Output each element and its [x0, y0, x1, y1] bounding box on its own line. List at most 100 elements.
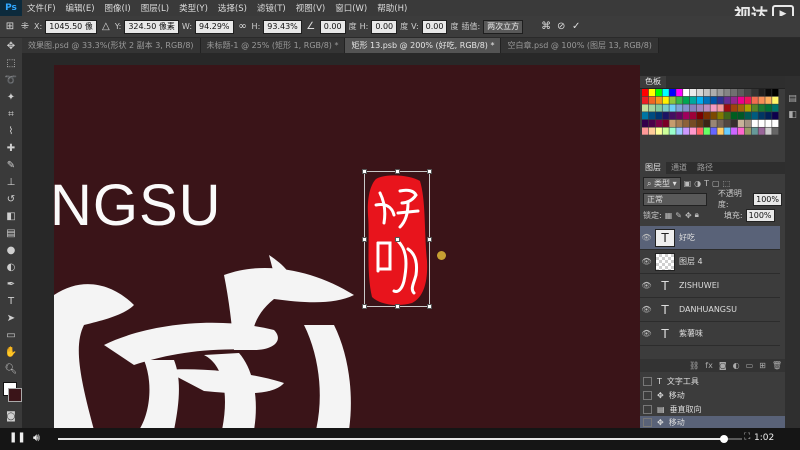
color-swatch[interactable] — [689, 104, 697, 112]
color-swatch[interactable] — [655, 127, 662, 135]
history-panel-icon[interactable]: ▤ — [785, 94, 800, 104]
color-swatch[interactable] — [731, 119, 738, 127]
color-swatch[interactable] — [689, 89, 697, 97]
link-layers-icon[interactable]: ⛓︎ — [689, 361, 699, 370]
color-swatch[interactable] — [669, 89, 676, 97]
color-swatch[interactable] — [772, 119, 779, 127]
tab-channels[interactable]: 通道 — [666, 162, 692, 174]
angle-field[interactable]: 0.00 — [319, 19, 346, 34]
color-swatch[interactable] — [772, 96, 779, 104]
color-swatch[interactable] — [655, 89, 662, 97]
color-swatch[interactable] — [676, 119, 683, 127]
eye-icon[interactable]: 👁︎ — [640, 233, 653, 242]
history-brush-icon[interactable]: ↺ — [0, 191, 22, 208]
color-swatch[interactable] — [737, 89, 745, 97]
blend-mode-select[interactable]: 正常 — [643, 192, 707, 206]
eraser-tool-icon[interactable]: ◧ — [0, 208, 22, 225]
menu-help[interactable]: 帮助(H) — [372, 2, 412, 14]
x-field[interactable]: 1045.50 像 — [45, 19, 97, 34]
lock-move-icon[interactable]: ✥ — [685, 211, 692, 220]
color-swatch[interactable] — [751, 89, 758, 97]
brush-tool-icon[interactable]: ✎ — [0, 157, 22, 174]
color-swatch[interactable] — [703, 96, 710, 104]
color-swatch[interactable] — [710, 96, 717, 104]
layer-row-haochi[interactable]: 👁︎ T 好吃 — [640, 226, 780, 250]
color-swatch[interactable] — [724, 89, 731, 97]
color-swatch[interactable] — [731, 89, 738, 97]
color-swatch[interactable] — [765, 96, 772, 104]
color-swatch[interactable] — [676, 127, 683, 135]
color-swatch[interactable] — [765, 127, 772, 135]
path-select-icon[interactable]: ➤ — [0, 310, 22, 327]
color-swatch[interactable] — [744, 112, 751, 120]
color-swatch[interactable] — [696, 96, 704, 104]
color-swatch[interactable] — [648, 104, 656, 112]
pen-tool-icon[interactable]: ✒ — [0, 276, 22, 293]
color-swatch[interactable] — [669, 119, 676, 127]
color-swatch[interactable] — [724, 112, 731, 120]
color-swatch[interactable] — [676, 104, 683, 112]
transform-handle-se[interactable] — [427, 304, 432, 309]
tab-paths[interactable]: 路径 — [692, 162, 718, 174]
color-swatch[interactable] — [676, 89, 683, 97]
color-swatch[interactable] — [703, 119, 710, 127]
lock-all-icon[interactable]: 🔒︎ — [695, 210, 699, 220]
vskew-field[interactable]: 0.00 — [421, 19, 448, 34]
color-swatch[interactable] — [683, 96, 690, 104]
color-swatch[interactable] — [724, 96, 731, 104]
cancel-icon[interactable]: ⊘ — [555, 21, 567, 32]
transform-handle-center[interactable] — [395, 237, 400, 242]
color-swatch[interactable] — [717, 112, 724, 120]
new-layer-icon[interactable]: ⊞ — [759, 361, 766, 370]
color-swatch[interactable] — [683, 119, 690, 127]
h-field[interactable]: 93.43% — [263, 19, 302, 34]
history-item[interactable]: T 文字工具 — [640, 375, 785, 388]
tab-blank-seal[interactable]: 空白章.psd @ 100% (图层 13, RGB/8) — [501, 38, 659, 53]
color-swatch[interactable] — [703, 112, 710, 120]
color-swatch[interactable] — [689, 112, 697, 120]
move-tool-icon[interactable]: ✥ — [0, 38, 22, 55]
color-swatch[interactable] — [717, 104, 724, 112]
menu-view[interactable]: 视图(V) — [291, 2, 330, 14]
healing-brush-icon[interactable]: ✚ — [0, 140, 22, 157]
zoom-tool-icon[interactable]: 🔍︎ — [0, 361, 22, 378]
color-swatch[interactable] — [642, 89, 649, 97]
color-swatch[interactable] — [669, 96, 676, 104]
color-swatch[interactable] — [751, 104, 758, 112]
color-swatch[interactable] — [696, 89, 704, 97]
y-field[interactable]: 324.50 像素 — [124, 19, 179, 34]
color-swatch[interactable] — [710, 89, 717, 97]
volume-icon[interactable]: 🔊︎ — [33, 431, 40, 445]
color-swatch[interactable] — [648, 127, 656, 135]
filter-shape-icon[interactable]: ▢ — [712, 179, 720, 188]
transform-bounding-box[interactable] — [362, 169, 432, 309]
opacity-field[interactable]: 100% — [753, 192, 782, 206]
swatch-grid[interactable] — [642, 89, 779, 143]
color-swatch[interactable] — [710, 119, 717, 127]
color-swatch[interactable] — [683, 127, 690, 135]
magic-wand-icon[interactable]: ✦ — [0, 89, 22, 106]
layer-row-zishuwei-cn[interactable]: 👁︎ T 紫薯味 — [640, 322, 780, 346]
color-swatch[interactable] — [758, 89, 765, 97]
transform-icon[interactable]: ⊞ — [4, 21, 16, 32]
commit-icon[interactable]: ✓ — [570, 21, 582, 32]
dodge-tool-icon[interactable]: ◐ — [0, 259, 22, 276]
color-swatch[interactable] — [731, 104, 738, 112]
color-swatch[interactable] — [765, 119, 772, 127]
transform-handle-n[interactable] — [395, 169, 400, 174]
color-swatch[interactable] — [655, 96, 662, 104]
history-checkbox[interactable] — [643, 405, 652, 414]
color-swatch[interactable] — [683, 104, 690, 112]
color-swatch[interactable] — [669, 127, 676, 135]
color-swatch[interactable] — [765, 112, 772, 120]
history-item[interactable]: ▤ 垂直取向 — [640, 403, 785, 416]
eyedropper-icon[interactable]: ⌇ — [0, 123, 22, 140]
history-checkbox[interactable] — [643, 377, 652, 386]
color-swatch[interactable] — [676, 96, 683, 104]
layer-row-zishuwei[interactable]: 👁︎ T ZISHUWEI — [640, 274, 780, 298]
color-swatch[interactable] — [737, 127, 745, 135]
color-swatch[interactable] — [648, 96, 656, 104]
filter-smart-icon[interactable]: ⬚ — [723, 179, 731, 188]
adjustment-icon[interactable]: ◐ — [733, 361, 740, 370]
color-swatch[interactable] — [710, 104, 717, 112]
